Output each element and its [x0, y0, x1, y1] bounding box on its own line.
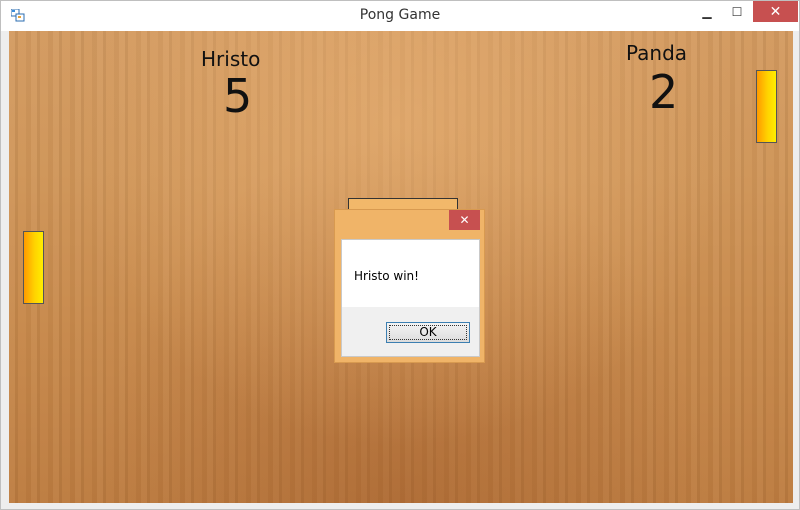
left-paddle [23, 231, 44, 304]
minimize-icon: ▁ [702, 5, 712, 19]
ok-button[interactable]: OK [386, 322, 470, 343]
dialog-close-button[interactable]: ✕ [449, 210, 480, 230]
dialog-message-area: Hristo win! [342, 240, 479, 307]
window-title: Pong Game [359, 7, 441, 23]
maximize-icon: ☐ [731, 5, 743, 19]
message-dialog: ✕ Hristo win! OK [334, 209, 485, 363]
title-bar: Pong Game ▁ ☐ ✕ [1, 1, 799, 31]
right-paddle [756, 70, 777, 143]
right-player-score: 2 [649, 65, 679, 119]
dialog-body: Hristo win! OK [341, 239, 480, 357]
close-icon: ✕ [459, 213, 470, 227]
close-icon: ✕ [769, 3, 782, 19]
game-board: Hristo 5 Panda 2 ✕ Hristo win! OK [9, 31, 793, 503]
minimize-button[interactable]: ▁ [691, 1, 723, 23]
left-player-score: 5 [223, 69, 253, 123]
dialog-message: Hristo win! [354, 269, 419, 283]
pong-game-window: Pong Game ▁ ☐ ✕ Hristo 5 Panda 2 ✕ Hrist… [0, 0, 800, 510]
right-player-name: Panda [626, 41, 688, 65]
maximize-button[interactable]: ☐ [721, 1, 753, 23]
left-player-name: Hristo [201, 47, 261, 71]
close-button[interactable]: ✕ [753, 1, 798, 22]
